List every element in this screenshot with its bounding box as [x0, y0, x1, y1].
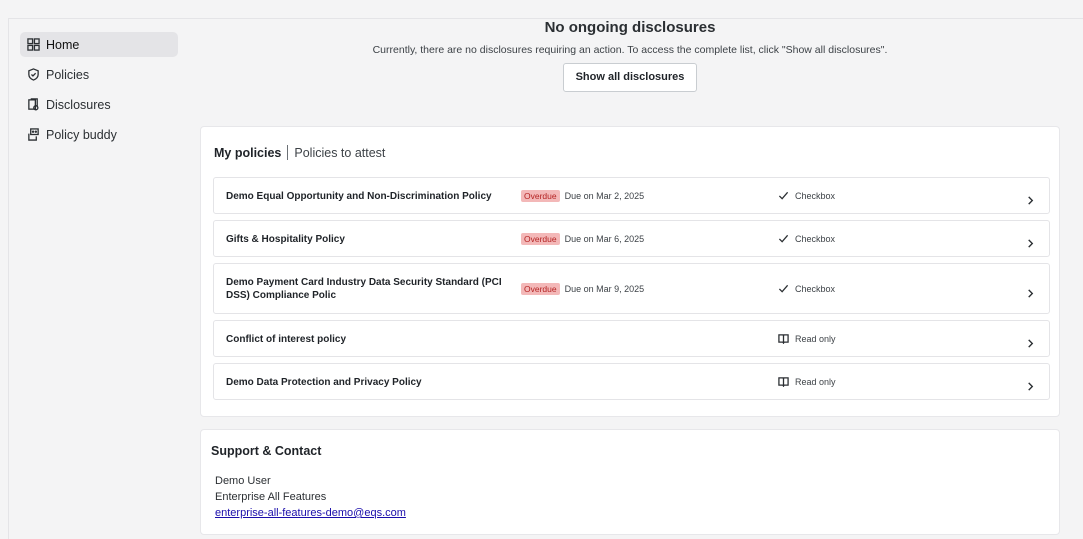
sidebar: Home Policies Disclosures Policy buddy — [20, 32, 178, 152]
policy-type-label: Read only — [795, 333, 836, 344]
check-icon — [778, 191, 789, 200]
policies-card: My policies Policies to attest Demo Equa… — [200, 126, 1060, 417]
tab-my-policies[interactable]: My policies — [214, 146, 281, 160]
due-date: Due on Mar 2, 2025 — [564, 191, 645, 201]
policy-status: Overdue Due on Mar 9, 2025 — [521, 283, 644, 295]
check-icon — [778, 234, 789, 243]
policy-type-label: Checkbox — [795, 283, 836, 294]
policy-type-label: Checkbox — [795, 190, 836, 201]
policy-status: Overdue Due on Mar 6, 2025 — [521, 233, 644, 245]
policy-type: Read only — [778, 376, 836, 387]
policy-type: Checkbox — [778, 190, 835, 201]
overdue-badge: Overdue — [521, 283, 560, 295]
sidebar-item-label: Disclosures — [46, 97, 111, 112]
policy-status: Overdue Due on Mar 2, 2025 — [521, 190, 644, 202]
shield-check-icon — [26, 68, 40, 82]
policy-row[interactable]: Demo Data Protection and Privacy Policy … — [213, 363, 1050, 400]
banner-subtitle: Currently, there are no disclosures requ… — [372, 44, 888, 56]
sidebar-item-policy-buddy[interactable]: Policy buddy — [20, 122, 178, 147]
policy-type-label: Read only — [795, 376, 836, 387]
sidebar-item-disclosures[interactable]: Disclosures — [20, 92, 178, 117]
policies-list: Demo Equal Opportunity and Non-Discrimin… — [213, 177, 1050, 406]
policies-tabs: My policies Policies to attest — [214, 145, 385, 160]
due-date: Due on Mar 6, 2025 — [564, 234, 645, 244]
chevron-right-icon — [1026, 235, 1035, 248]
check-icon — [778, 284, 789, 293]
disclosures-banner: No ongoing disclosures Currently, there … — [200, 18, 1060, 92]
document-stack-icon — [26, 98, 40, 112]
support-user: Demo User — [215, 475, 271, 487]
support-title: Support & Contact — [211, 444, 322, 458]
show-all-disclosures-button[interactable]: Show all disclosures — [562, 63, 698, 92]
sidebar-item-label: Home — [46, 37, 80, 52]
sidebar-item-label: Policies — [46, 67, 90, 82]
policy-name: Demo Payment Card Industry Data Security… — [226, 277, 502, 301]
tab-divider — [287, 145, 289, 160]
policy-type: Checkbox — [778, 283, 835, 294]
book-icon — [778, 377, 789, 387]
chevron-right-icon — [1026, 285, 1035, 298]
tab-policies-to-attest[interactable]: Policies to attest — [294, 146, 385, 160]
policy-row[interactable]: Conflict of interest policy Read only — [213, 320, 1050, 357]
policy-name: Conflict of interest policy — [226, 334, 347, 345]
sidebar-item-policies[interactable]: Policies — [20, 62, 178, 87]
policy-type: Checkbox — [778, 233, 835, 244]
sidebar-item-label: Policy buddy — [46, 127, 117, 142]
policy-row[interactable]: Demo Equal Opportunity and Non-Discrimin… — [213, 177, 1050, 214]
support-company: Enterprise All Features — [215, 491, 327, 503]
chevron-right-icon — [1026, 335, 1035, 348]
policy-type-label: Checkbox — [795, 233, 836, 244]
policy-row[interactable]: Gifts & Hospitality Policy Overdue Due o… — [213, 220, 1050, 257]
support-email-link[interactable]: enterprise-all-features-demo@eqs.com — [215, 507, 406, 519]
overdue-badge: Overdue — [521, 233, 560, 245]
chevron-right-icon — [1026, 378, 1035, 391]
policy-type: Read only — [778, 333, 836, 344]
sidebar-item-home[interactable]: Home — [20, 32, 178, 57]
support-card: Support & Contact Demo User Enterprise A… — [200, 429, 1060, 535]
support-email-line: enterprise-all-features-demo@eqs.com — [215, 507, 406, 519]
policy-name: Demo Data Protection and Privacy Policy — [226, 377, 422, 388]
policy-name: Gifts & Hospitality Policy — [226, 234, 345, 245]
banner-title: No ongoing disclosures — [544, 19, 716, 36]
overdue-badge: Overdue — [521, 190, 560, 202]
chevron-right-icon — [1026, 192, 1035, 205]
due-date: Due on Mar 9, 2025 — [564, 284, 645, 294]
book-icon — [778, 334, 789, 344]
policy-row[interactable]: Demo Payment Card Industry Data Security… — [213, 263, 1050, 314]
policy-name: Demo Equal Opportunity and Non-Discrimin… — [226, 191, 492, 202]
grid-icon — [26, 38, 40, 52]
bot-icon — [26, 128, 40, 142]
